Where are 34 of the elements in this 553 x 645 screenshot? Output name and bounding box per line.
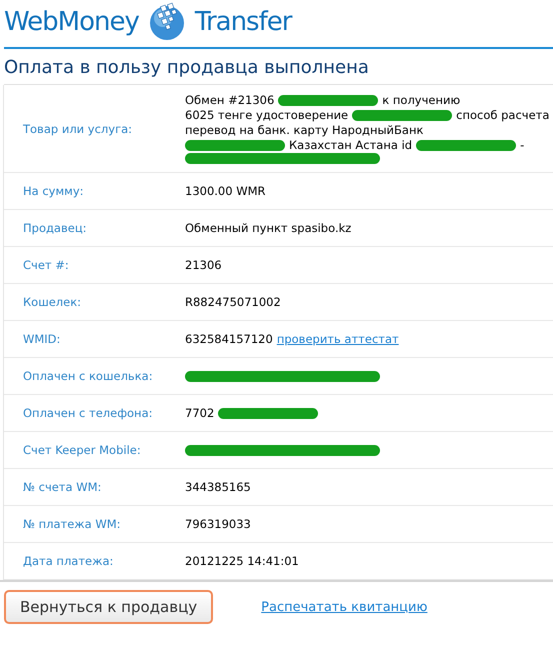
field-value: Казахстан Астана id	[289, 138, 412, 153]
field-value: 6025 тенге удостоверение	[185, 108, 348, 123]
field-label: Кошелек:	[22, 295, 82, 309]
field-value: 796319033	[185, 516, 251, 532]
field-value: 7702	[185, 406, 214, 420]
field-value: 20121225 14:41:01	[185, 554, 299, 568]
logo-text: WebMoney	[4, 7, 139, 37]
field-value: к получению	[382, 93, 460, 108]
field-value: способ расчета	[456, 108, 550, 123]
field-value: Обменный пункт spasibo.kz	[185, 220, 352, 236]
field-value: 344385165	[185, 480, 251, 494]
back-button[interactable]: Вернуться к продавцу	[4, 590, 214, 624]
field-label: Товар или услуга:	[22, 122, 134, 136]
field-label: Продавец:	[22, 221, 88, 235]
field-label: WMID:	[22, 332, 62, 346]
field-value: 1300.00 WMR	[185, 184, 266, 198]
field-value: 21306	[185, 258, 222, 272]
verify-link[interactable]: проверить аттестат	[276, 332, 399, 346]
field-value: -	[520, 138, 524, 153]
field-label: Оплачен с телефона:	[22, 406, 154, 420]
field-label: Счет Keeper Mobile:	[22, 443, 142, 457]
field-label: Оплачен с кошелька:	[22, 369, 154, 383]
field-label: № платежа WM:	[22, 517, 122, 531]
field-value: перевод на банк. карту НародныйБанк	[185, 123, 424, 138]
field-value: R882475071002	[185, 294, 281, 310]
product-name: Transfer	[194, 7, 292, 37]
page-title: Оплата в пользу продавца выполнена	[4, 47, 553, 85]
field-label: Счет #:	[22, 258, 70, 272]
field-value: Обмен #21306	[185, 93, 274, 108]
field-label: № счета WM:	[22, 480, 102, 494]
field-value: 632584157120	[185, 332, 273, 346]
field-label: Дата платежа:	[22, 554, 114, 568]
field-label: На сумму:	[22, 184, 85, 198]
print-link[interactable]: Распечатать квитанцию	[261, 600, 428, 614]
